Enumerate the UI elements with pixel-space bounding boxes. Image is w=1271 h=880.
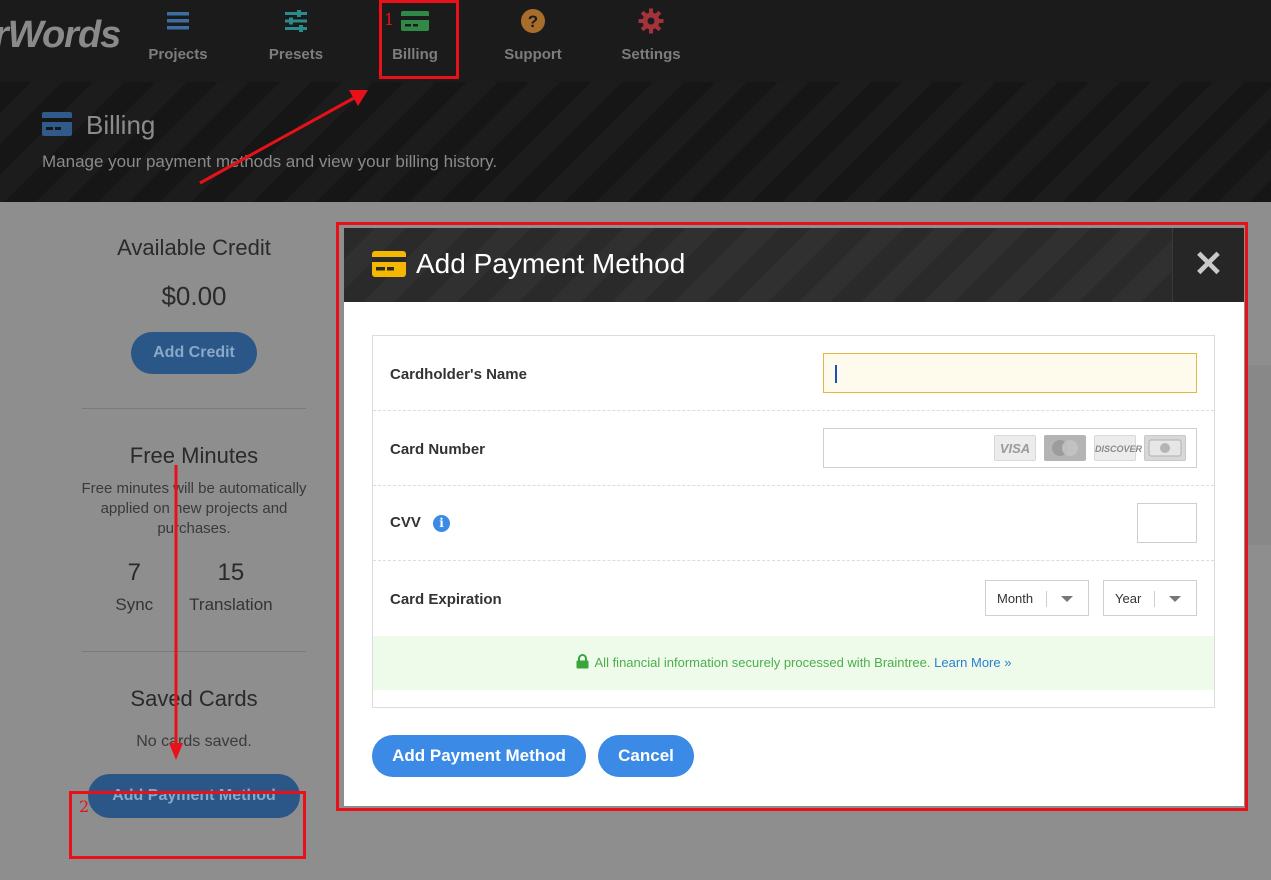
annotation-arrowhead-2 <box>169 743 183 760</box>
annotation-arrow-1 <box>199 96 355 185</box>
annotation-arrows <box>169 90 368 760</box>
